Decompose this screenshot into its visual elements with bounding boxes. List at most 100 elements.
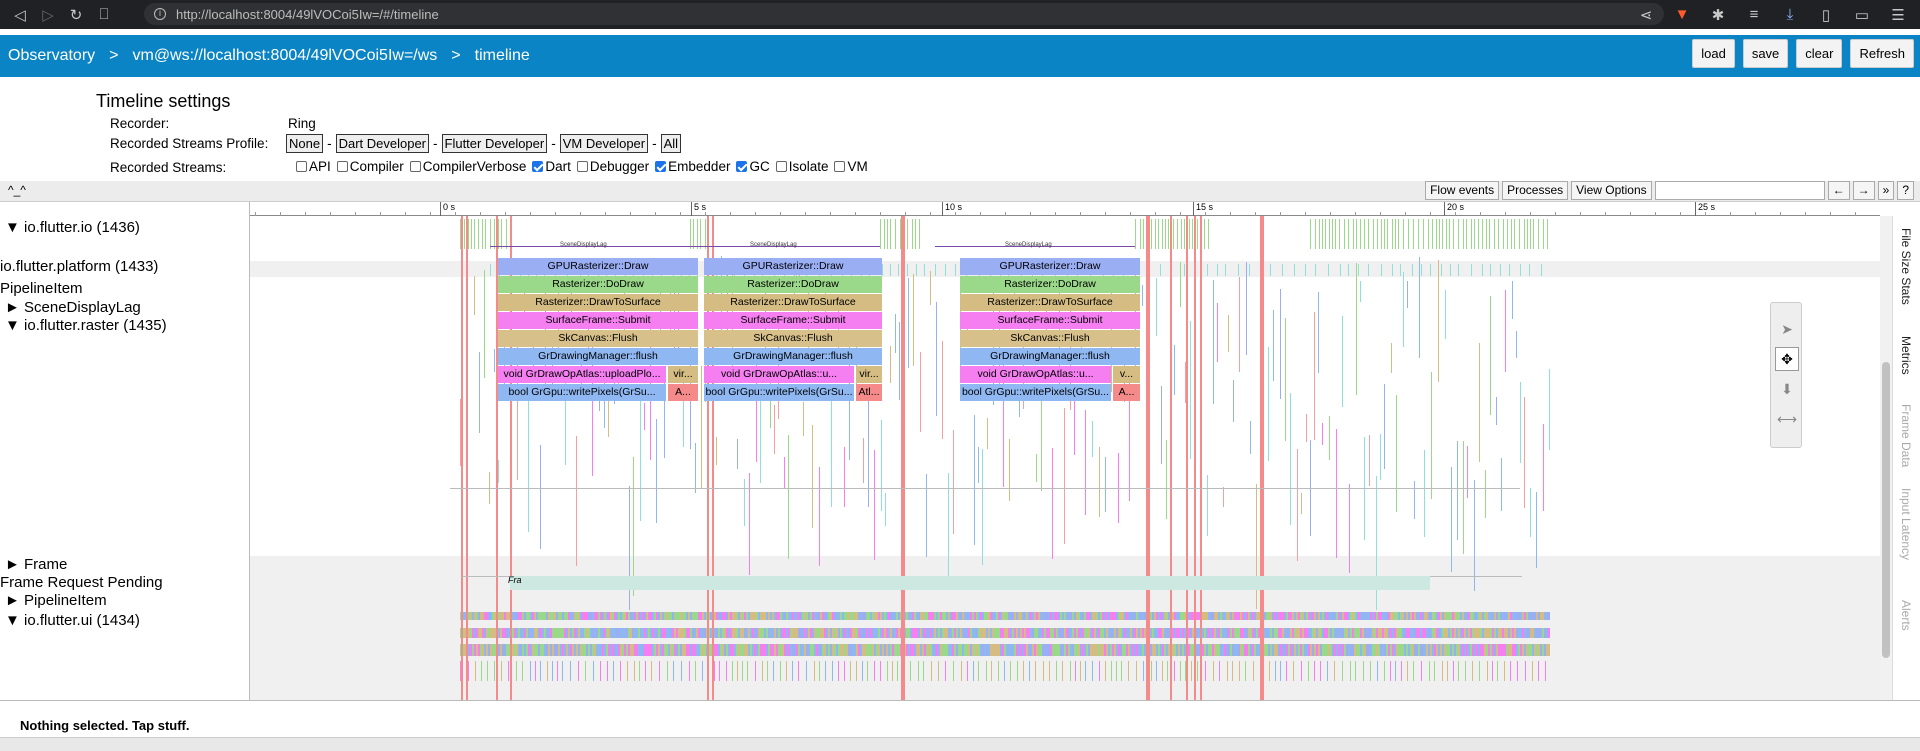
scene-display-lag-slice[interactable]: SceneDisplayLag xyxy=(560,242,607,248)
scrollbar-thumb[interactable] xyxy=(1882,362,1890,658)
raster-slice[interactable]: GPURasterizer::Draw xyxy=(960,258,1140,275)
load-button[interactable]: load xyxy=(1692,39,1735,68)
share-icon[interactable]: ⋖ xyxy=(1632,1,1660,29)
raster-slice[interactable]: GrDrawingManager::flush xyxy=(498,348,698,365)
bookmark-icon[interactable]: ⎕ xyxy=(90,1,118,29)
raster-slice[interactable]: v... xyxy=(1113,366,1140,383)
checkbox-dart[interactable] xyxy=(532,161,544,172)
raster-slice[interactable]: A... xyxy=(668,384,698,401)
time-ruler[interactable]: 0 s 5 s 10 s 15 s 20 s 25 s xyxy=(250,202,1880,216)
raster-slice[interactable]: GrDrawingManager::flush xyxy=(704,348,882,365)
tab-file-size-stats[interactable]: File Size Stats xyxy=(1899,228,1913,305)
select-mode-icon[interactable]: ➤ xyxy=(1775,317,1799,341)
checkbox-isolate[interactable] xyxy=(775,161,787,172)
raster-slice[interactable]: bool GrGpu::writePixels(GrSu... xyxy=(498,384,666,401)
tab-input-latency[interactable]: Input Latency xyxy=(1899,488,1913,560)
playlist-icon[interactable]: ≡ xyxy=(1740,1,1768,29)
clear-button[interactable]: clear xyxy=(1796,39,1843,68)
help-button[interactable]: ? xyxy=(1897,181,1914,200)
stream-isolate[interactable]: Isolate xyxy=(775,159,828,174)
timing-mode-icon[interactable]: ⟷ xyxy=(1775,407,1799,431)
raster-slice[interactable]: Rasterizer::DoDraw xyxy=(704,276,882,293)
checkbox-embedder[interactable] xyxy=(655,161,667,172)
raster-slice[interactable]: Atl... xyxy=(856,384,882,401)
profile-none-button[interactable]: None xyxy=(286,134,324,153)
tracks-canvas[interactable]: Fra SceneDisplayLag SceneDisplayLag SceneDi… xyxy=(250,216,1880,700)
raster-slice[interactable]: void GrDrawOpAtlas::u... xyxy=(704,366,854,383)
raster-slice[interactable]: SkCanvas::Flush xyxy=(960,330,1140,347)
stream-compiler[interactable]: Compiler xyxy=(336,159,404,174)
raster-slice[interactable]: SurfaceFrame::Submit xyxy=(498,312,698,329)
brave-icon[interactable]: ▼ xyxy=(1668,1,1696,29)
raster-slice[interactable]: GrDrawingManager::flush xyxy=(960,348,1140,365)
profile-flutter-developer-button[interactable]: Flutter Developer xyxy=(441,134,548,153)
more-button[interactable]: » xyxy=(1877,181,1895,200)
raster-slice[interactable]: Rasterizer::DrawToSurface xyxy=(498,294,698,311)
raster-slice[interactable]: SurfaceFrame::Submit xyxy=(960,312,1140,329)
track-scene-display-lag[interactable]: ► SceneDisplayLag xyxy=(5,299,141,316)
scene-display-lag-slice[interactable]: SceneDisplayLag xyxy=(750,242,797,248)
pan-mode-icon[interactable]: ✥ xyxy=(1775,347,1799,371)
profile-vm-developer-button[interactable]: VM Developer xyxy=(559,134,649,153)
tab-alerts[interactable]: Alerts xyxy=(1899,600,1913,631)
drag-handle[interactable] xyxy=(1775,305,1799,313)
raster-slice[interactable]: Rasterizer::DrawToSurface xyxy=(704,294,882,311)
crumb-observatory[interactable]: Observatory xyxy=(8,47,95,65)
crumb-timeline[interactable]: timeline xyxy=(475,47,530,65)
back-icon[interactable]: ◁ xyxy=(6,1,34,29)
sidebar-icon[interactable]: ▯ xyxy=(1812,1,1840,29)
site-info-icon[interactable]: i xyxy=(154,8,166,20)
track-flutter-io[interactable]: ▼ io.flutter.io (1436) xyxy=(5,219,140,236)
address-bar[interactable]: i http://localhost:8004/49lVOCoi5Iw=/#/t… xyxy=(144,3,1664,25)
scene-display-lag-slice[interactable]: SceneDisplayLag xyxy=(1005,242,1052,248)
zoom-mode-icon[interactable]: ⬇ xyxy=(1775,377,1799,401)
refresh-button[interactable]: Refresh xyxy=(1850,39,1914,68)
raster-slice[interactable]: bool GrGpu::writePixels(GrSu... xyxy=(960,384,1111,401)
find-next-button[interactable]: → xyxy=(1852,181,1875,200)
raster-slice[interactable]: SkCanvas::Flush xyxy=(498,330,698,347)
stream-embedder[interactable]: Embedder xyxy=(655,159,730,174)
stream-compilerverbose[interactable]: CompilerVerbose xyxy=(409,159,526,174)
raster-slice[interactable]: vir... xyxy=(856,366,882,383)
checkbox-vm[interactable] xyxy=(834,161,846,172)
forward-icon[interactable]: ▷ xyxy=(34,1,62,29)
stream-dart[interactable]: Dart xyxy=(532,159,571,174)
download-icon[interactable]: ⤓ xyxy=(1776,1,1804,29)
reload-icon[interactable]: ↻ xyxy=(62,1,90,29)
checkbox-gc[interactable] xyxy=(736,161,748,172)
raster-slice[interactable]: GPURasterizer::Draw xyxy=(498,258,698,275)
stream-gc[interactable]: GC xyxy=(736,159,770,174)
checkbox-api[interactable] xyxy=(296,161,307,172)
raster-slice[interactable]: SurfaceFrame::Submit xyxy=(704,312,882,329)
track-pipeline-item-ui[interactable]: ► PipelineItem xyxy=(5,592,107,609)
raster-slice[interactable]: Rasterizer::DoDraw xyxy=(498,276,698,293)
menu-icon[interactable]: ☰ xyxy=(1884,1,1912,29)
tab-frame-data[interactable]: Frame Data xyxy=(1899,404,1913,467)
view-options-button[interactable]: View Options xyxy=(1571,181,1652,200)
raster-slice[interactable]: void GrDrawOpAtlas::u... xyxy=(960,366,1111,383)
save-button[interactable]: save xyxy=(1742,39,1789,68)
track-flutter-raster[interactable]: ▼ io.flutter.raster (1435) xyxy=(5,317,167,334)
checkbox-debugger[interactable] xyxy=(576,161,588,172)
wallet-icon[interactable]: ▭ xyxy=(1848,1,1876,29)
find-prev-button[interactable]: ← xyxy=(1827,181,1850,200)
raster-slice[interactable]: A... xyxy=(1113,384,1140,401)
tracks-scrollbar[interactable] xyxy=(1880,216,1892,700)
flow-events-button[interactable]: Flow events xyxy=(1425,181,1500,200)
checkbox-compilerverbose[interactable] xyxy=(409,161,421,172)
checkbox-compiler[interactable] xyxy=(336,161,348,172)
raster-slice[interactable]: bool GrGpu::writePixels(GrSu... xyxy=(704,384,854,401)
find-input[interactable] xyxy=(1654,181,1825,200)
crumb-vm[interactable]: vm@ws://localhost:8004/49lVOCoi5Iw=/ws xyxy=(132,47,437,65)
track-flutter-ui[interactable]: ▼ io.flutter.ui (1434) xyxy=(5,612,140,629)
stream-api[interactable]: API xyxy=(296,159,331,174)
raster-slice[interactable]: vir... xyxy=(668,366,698,383)
tab-metrics[interactable]: Metrics xyxy=(1899,336,1913,375)
profile-all-button[interactable]: All xyxy=(660,134,682,153)
stream-debugger[interactable]: Debugger xyxy=(576,159,649,174)
raster-slice[interactable]: Rasterizer::DoDraw xyxy=(960,276,1140,293)
raster-slice[interactable]: SkCanvas::Flush xyxy=(704,330,882,347)
track-frame[interactable]: ► Frame xyxy=(5,556,67,573)
stream-vm[interactable]: VM xyxy=(834,159,868,174)
extensions-icon[interactable]: ✱ xyxy=(1704,1,1732,29)
